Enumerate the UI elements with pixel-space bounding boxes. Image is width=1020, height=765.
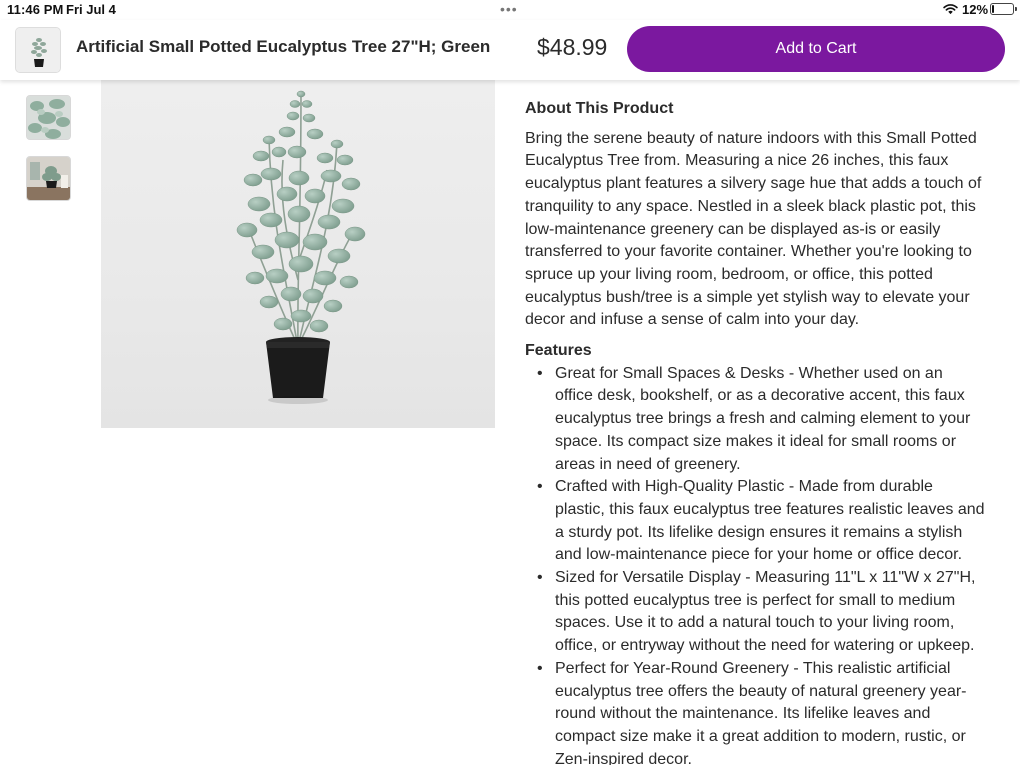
wifi-icon [943,4,958,15]
feature-item: Great for Small Spaces & Desks - Whether… [537,363,985,477]
product-header: Artificial Small Potted Eucalyptus Tree … [0,20,1020,80]
more-dots-icon[interactable]: ••• [500,1,518,17]
status-time: 11:46 PM [7,2,64,17]
status-date: Fri Jul 4 [66,2,116,17]
features-heading: Features [525,342,592,360]
product-price: $48.99 [537,34,608,60]
about-body: Bring the serene beauty of nature indoor… [525,129,982,329]
feature-item: Sized for Versatile Display - Measuring … [537,567,985,658]
feature-item: Perfect for Year-Round Greenery - This r… [537,658,985,765]
add-to-cart-button[interactable]: Add to Cart [627,26,1005,72]
product-description: About This Product Bring the serene beau… [525,98,985,765]
about-heading: About This Product [525,100,674,117]
product-main-image[interactable] [101,80,495,428]
gallery-thumbnail-closeup[interactable] [26,95,71,140]
battery-percent: 12% [962,2,989,17]
gallery-thumbnails [26,95,71,217]
status-bar: 11:46 PM Fri Jul 4 ••• 12% [0,0,1020,20]
gallery-thumbnail-room[interactable] [26,156,71,201]
feature-item: Crafted with High-Quality Plastic - Made… [537,476,985,567]
header-product-thumbnail [15,27,61,73]
features-list: Great for Small Spaces & Desks - Whether… [525,363,985,765]
battery-icon [990,3,1017,15]
product-title: Artificial Small Potted Eucalyptus Tree … [76,37,491,56]
